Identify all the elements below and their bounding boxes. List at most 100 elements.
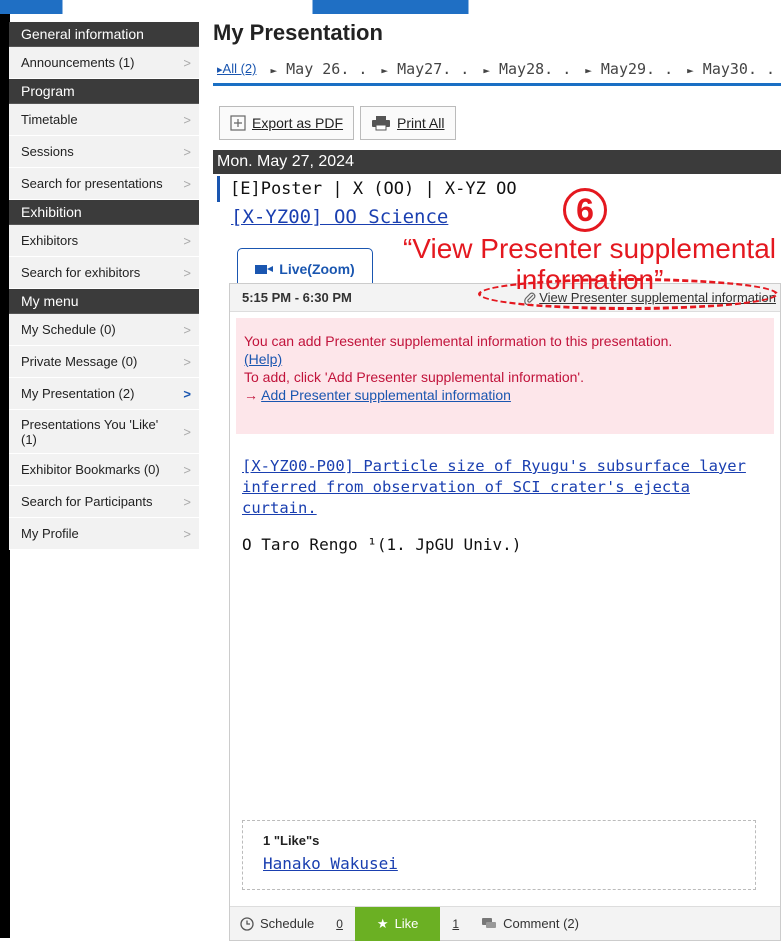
toolbar: Export as PDF Print All: [219, 106, 781, 140]
sidebar-item-exhibitor-bookmarks[interactable]: Exhibitor Bookmarks (0) >: [9, 454, 199, 486]
author-line: O Taro Rengo ¹(1. JpGU Univ.): [242, 535, 522, 554]
clock-icon: [240, 916, 254, 931]
likes-count: 1 "Like"s: [263, 833, 320, 848]
sidebar-item-label: Announcements (1): [21, 55, 135, 70]
schedule-button[interactable]: Schedule: [230, 907, 324, 941]
sidebar-item-private-message[interactable]: Private Message (0) >: [9, 346, 199, 378]
action-bar: Schedule 0 ★ Like 1 Comment (2): [230, 906, 780, 941]
sidebar-item-label: Presentations You 'Like' (1): [21, 416, 159, 447]
export-pdf-label: Export as PDF: [252, 115, 344, 131]
like-label: Like: [394, 916, 419, 931]
chevron-right-icon: >: [183, 176, 191, 191]
arrow-right-icon: →: [244, 387, 258, 403]
chevron-right-icon: >: [183, 233, 191, 248]
tab-may-28[interactable]: ► May28. .: [483, 60, 571, 78]
sidebar-item-liked-presentations[interactable]: Presentations You 'Like' (1) >: [9, 410, 199, 454]
schedule-count[interactable]: 0: [324, 917, 355, 931]
notice-text-2: To add, click 'Add Presenter supplementa…: [244, 369, 584, 385]
sidebar-item-sessions[interactable]: Sessions >: [9, 136, 199, 168]
chevron-right-icon: >: [183, 354, 191, 369]
tab-label: May28. .: [498, 59, 572, 78]
tab-label: May29. .: [600, 59, 674, 78]
sidebar-heading-exhibition: Exhibition: [9, 200, 199, 225]
print-all-button[interactable]: Print All: [360, 106, 456, 140]
sidebar-item-timetable[interactable]: Timetable >: [9, 104, 199, 136]
live-zoom-label: Live(Zoom): [279, 261, 355, 277]
sidebar-heading-program: Program: [9, 79, 199, 104]
window-top-strip: [0, 0, 781, 14]
chevron-right-icon: >: [183, 386, 191, 401]
printer-icon: [372, 116, 391, 131]
tab-may-29[interactable]: ► May29. .: [585, 60, 673, 78]
sidebar-item-my-schedule[interactable]: My Schedule (0) >: [9, 314, 199, 346]
sidebar-item-search-presentations[interactable]: Search for presentations >: [9, 168, 199, 200]
triangle-right-icon: ►: [483, 63, 490, 77]
sidebar-item-exhibitors[interactable]: Exhibitors >: [9, 225, 199, 257]
tab-label: May30. .: [702, 59, 776, 78]
triangle-right-icon: ►: [270, 63, 278, 77]
schedule-label: Schedule: [260, 916, 315, 931]
chevron-right-icon: >: [183, 112, 191, 127]
sidebar-heading-my-menu: My menu: [9, 289, 199, 314]
sidebar-item-search-exhibitors[interactable]: Search for exhibitors >: [9, 257, 199, 289]
window-left-edge: [0, 14, 9, 938]
sidebar-heading-general: General information: [9, 22, 199, 47]
sidebar-item-label: My Schedule (0): [21, 322, 116, 337]
date-tabs: ▸All (2) ► May 26. . ► May27. . ► May28.…: [213, 54, 781, 86]
sidebar-item-my-profile[interactable]: My Profile >: [9, 518, 199, 550]
triangle-right-icon: ►: [687, 63, 694, 77]
tab-label: May27. .: [397, 59, 470, 78]
like-count[interactable]: 1: [440, 917, 471, 931]
sidebar-item-label: Exhibitor Bookmarks (0): [21, 462, 160, 477]
chevron-right-icon: >: [183, 462, 191, 477]
page-title: My Presentation: [213, 20, 383, 45]
sidebar-item-my-presentation[interactable]: My Presentation (2) >: [9, 378, 199, 410]
video-camera-icon: [255, 264, 274, 274]
sidebar-item-search-participants[interactable]: Search for Participants >: [9, 486, 199, 518]
session-title-link[interactable]: [X-YZ00] OO Science: [231, 206, 781, 234]
liker-link[interactable]: Hanako Wakusei: [263, 854, 755, 873]
annotation-highlight-oval: [478, 278, 778, 310]
triangle-right-icon: ►: [381, 63, 389, 77]
sidebar-item-label: Sessions: [21, 144, 74, 159]
tab-all[interactable]: ▸All (2): [217, 61, 256, 76]
chevron-right-icon: >: [183, 322, 191, 337]
sidebar-item-label: Search for exhibitors: [21, 265, 141, 280]
export-icon: [230, 115, 246, 131]
presentation-title-link[interactable]: [X-YZ00-P00] Particle size of Ryugu's su…: [242, 456, 772, 519]
presentation-card: 5:15 PM - 6:30 PM View Presenter supplem…: [229, 283, 781, 941]
sidebar-item-label: My Profile: [21, 526, 79, 541]
triangle-right-icon: ►: [585, 63, 592, 77]
session-header: [E]Poster | X (OO) | X-YZ OO: [217, 176, 781, 202]
comment-icon: [482, 917, 497, 928]
sidebar-item-label: Exhibitors: [21, 233, 79, 248]
sidebar-item-label: Timetable: [21, 112, 78, 127]
like-button[interactable]: ★ Like: [354, 906, 441, 941]
export-pdf-button[interactable]: Export as PDF: [219, 106, 355, 140]
chevron-right-icon: >: [183, 265, 191, 280]
tab-may-26[interactable]: ► May 26. .: [270, 60, 367, 78]
sidebar-item-label: My Presentation (2): [21, 386, 135, 401]
chevron-right-icon: >: [183, 424, 191, 439]
sidebar-item-announcements[interactable]: Announcements (1) >: [9, 47, 199, 79]
chevron-right-icon: >: [183, 55, 191, 70]
tab-all-label: All (2): [222, 61, 257, 76]
sidebar-item-label: Search for Participants: [21, 494, 153, 509]
comment-label: Comment (2): [503, 916, 579, 931]
chevron-right-icon: >: [183, 526, 191, 541]
add-supplemental-link[interactable]: Add Presenter supplemental information: [261, 387, 511, 403]
sidebar-item-label: Private Message (0): [21, 354, 138, 369]
comment-button[interactable]: Comment (2): [471, 907, 589, 941]
chevron-right-icon: >: [183, 144, 191, 159]
sidebar: General information Announcements (1) > P…: [9, 22, 199, 550]
tab-may-30[interactable]: ► May30. .: [687, 60, 775, 78]
supplemental-notice: You can add Presenter supplemental infor…: [236, 318, 774, 434]
help-link[interactable]: (Help): [244, 351, 282, 367]
likes-box: 1 "Like"s Hanako Wakusei: [242, 820, 756, 890]
time-range: 5:15 PM - 6:30 PM: [242, 290, 352, 305]
day-header: Mon. May 27, 2024: [213, 150, 781, 174]
print-all-label: Print All: [397, 115, 445, 131]
chevron-right-icon: >: [183, 494, 191, 509]
annotation-step-number: 6: [563, 188, 607, 232]
tab-may-27[interactable]: ► May27. .: [381, 60, 469, 78]
